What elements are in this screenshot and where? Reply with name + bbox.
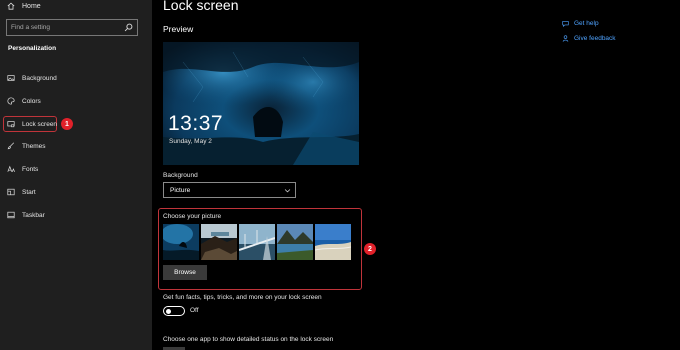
search-icon[interactable] — [124, 23, 133, 32]
picture-thumbnails — [163, 224, 353, 260]
font-icon — [7, 165, 15, 172]
give-feedback-link[interactable]: Give feedback — [562, 33, 616, 43]
page-title: Lock screen — [163, 0, 239, 13]
background-label: Background — [163, 172, 198, 179]
lock-screen-icon — [7, 121, 15, 128]
section-title: Personalization — [8, 45, 57, 52]
sidebar-item-background[interactable]: Background — [7, 72, 57, 84]
start-icon — [7, 188, 15, 196]
sidebar-item-label: Background — [22, 74, 57, 82]
sidebar-item-fonts[interactable]: Fonts — [7, 163, 38, 175]
search-input[interactable] — [11, 22, 121, 33]
chevron-down-icon — [284, 189, 291, 193]
search-field[interactable] — [6, 19, 138, 36]
choose-picture-label: Choose your picture — [163, 213, 222, 220]
ice-cave-thumbnail — [163, 224, 199, 260]
sidebar-item-label: Colors — [22, 97, 41, 105]
home-icon — [7, 2, 15, 10]
sidebar-item-label: Lock screen — [22, 120, 58, 128]
image-icon — [7, 75, 15, 81]
bridge-thumbnail — [239, 224, 275, 260]
get-help-label: Get help — [574, 19, 599, 27]
sidebar-item-label: Fonts — [22, 165, 39, 173]
sidebar-item-label: Taskbar — [22, 211, 45, 219]
picture-thumbnail[interactable] — [315, 224, 351, 260]
annotation-badge-1: 1 — [61, 118, 73, 130]
mountain-lake-thumbnail — [277, 224, 313, 260]
sidebar-item-label: Themes — [22, 142, 46, 150]
sidebar-item-taskbar[interactable]: Taskbar — [7, 209, 45, 221]
sidebar-item-label: Start — [22, 188, 36, 196]
fun-facts-toggle-state: Off — [190, 307, 199, 314]
picture-thumbnail[interactable] — [239, 224, 275, 260]
give-feedback-label: Give feedback — [574, 34, 616, 42]
sidebar-item-colors[interactable]: Colors — [7, 95, 41, 107]
background-dropdown[interactable]: Picture — [163, 182, 296, 198]
palette-icon — [7, 97, 15, 105]
annotation-badge-2: 2 — [364, 243, 376, 255]
fun-facts-label: Get fun facts, tips, tricks, and more on… — [163, 294, 322, 301]
sidebar-item-lock-screen[interactable]: Lock screen — [7, 118, 57, 130]
lock-screen-preview: 13:37 Sunday, May 2 — [163, 42, 359, 165]
taskbar-icon — [7, 211, 15, 219]
brush-icon — [7, 142, 15, 150]
home-label: Home — [22, 2, 41, 10]
sidebar-item-themes[interactable]: Themes — [7, 140, 45, 152]
detailed-status-label: Choose one app to show detailed status o… — [163, 336, 334, 343]
get-help-link[interactable]: Get help — [562, 18, 599, 28]
feedback-icon — [562, 34, 569, 42]
picture-thumbnail[interactable] — [163, 224, 199, 260]
preview-clock: 13:37 — [168, 112, 224, 135]
sidebar-item-start[interactable]: Start — [7, 186, 36, 198]
home-nav[interactable]: Home — [7, 0, 41, 12]
beach-thumbnail — [315, 224, 351, 260]
background-dropdown-value: Picture — [170, 186, 191, 194]
picture-thumbnail[interactable] — [277, 224, 313, 260]
fun-facts-toggle[interactable] — [163, 306, 185, 316]
preview-date: Sunday, May 2 — [169, 138, 212, 145]
browse-button[interactable]: Browse — [163, 265, 207, 280]
ice-cave-image — [163, 42, 359, 165]
coast-thumbnail — [201, 224, 237, 260]
sidebar: Home Personalization Background Colors L… — [0, 0, 152, 350]
preview-heading: Preview — [163, 24, 194, 34]
toggle-knob — [166, 308, 171, 314]
help-icon — [562, 20, 569, 27]
picture-thumbnail[interactable] — [201, 224, 237, 260]
